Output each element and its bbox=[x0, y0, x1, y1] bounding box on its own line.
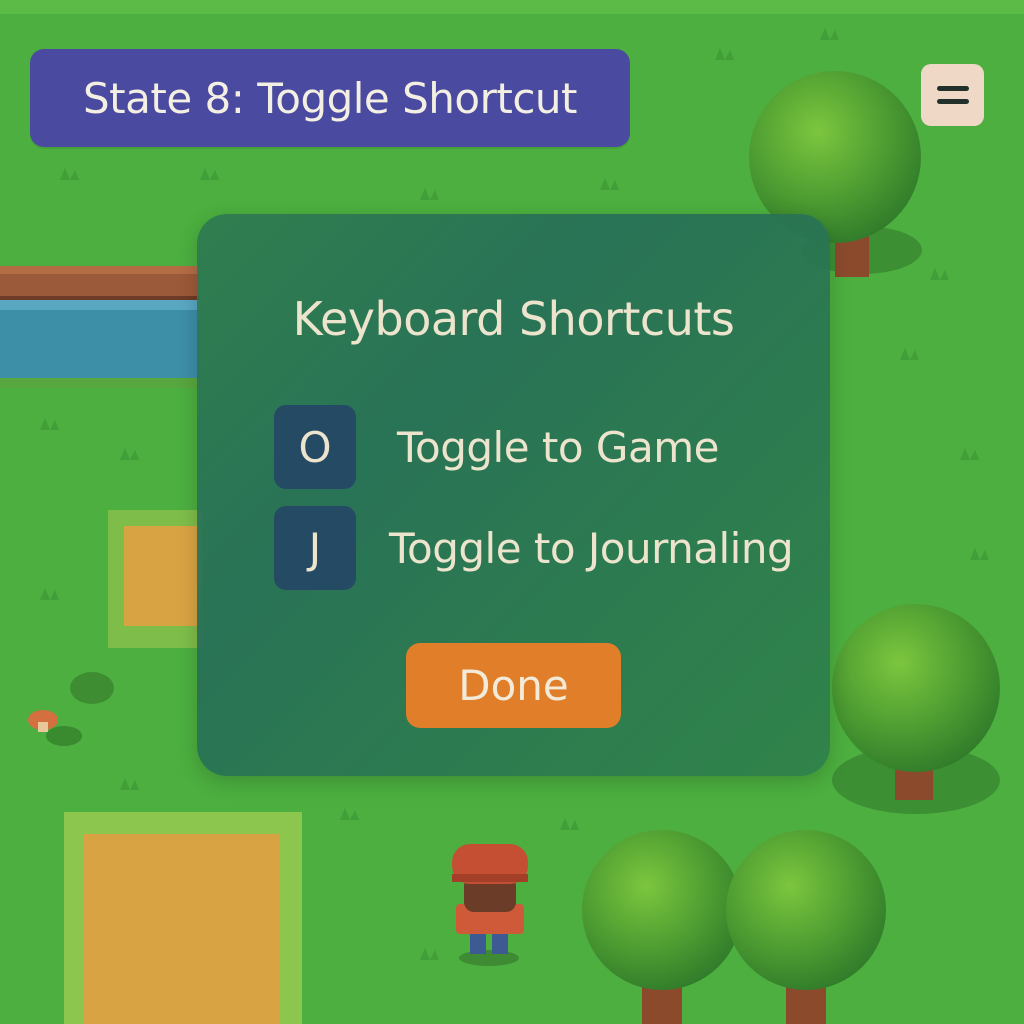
hamburger-menu-icon bbox=[936, 86, 969, 104]
dirt-field bbox=[64, 812, 302, 1024]
shortcut-row-journaling: J Toggle to Journaling bbox=[274, 506, 814, 590]
state-banner-label: State 8: Toggle Shortcut bbox=[82, 73, 578, 123]
tree bbox=[832, 604, 1000, 814]
keyboard-shortcuts-dialog: Keyboard Shortcuts O Toggle to Game J To… bbox=[197, 214, 830, 776]
key-cap-o: O bbox=[274, 405, 356, 489]
done-button-label: Done bbox=[458, 661, 569, 710]
state-banner: State 8: Toggle Shortcut bbox=[30, 49, 630, 147]
hamburger-menu-button[interactable] bbox=[921, 64, 984, 126]
dirt-patch bbox=[108, 510, 203, 648]
shortcut-label-game: Toggle to Game bbox=[397, 422, 719, 472]
key-cap-j: J bbox=[274, 506, 356, 590]
dialog-title: Keyboard Shortcuts bbox=[292, 292, 735, 346]
wooden-fence bbox=[0, 266, 200, 300]
shortcut-label-journaling: Toggle to Journaling bbox=[389, 523, 794, 573]
shortcut-row-game: O Toggle to Game bbox=[274, 405, 814, 489]
river bbox=[0, 290, 200, 388]
done-button[interactable]: Done bbox=[406, 643, 621, 728]
